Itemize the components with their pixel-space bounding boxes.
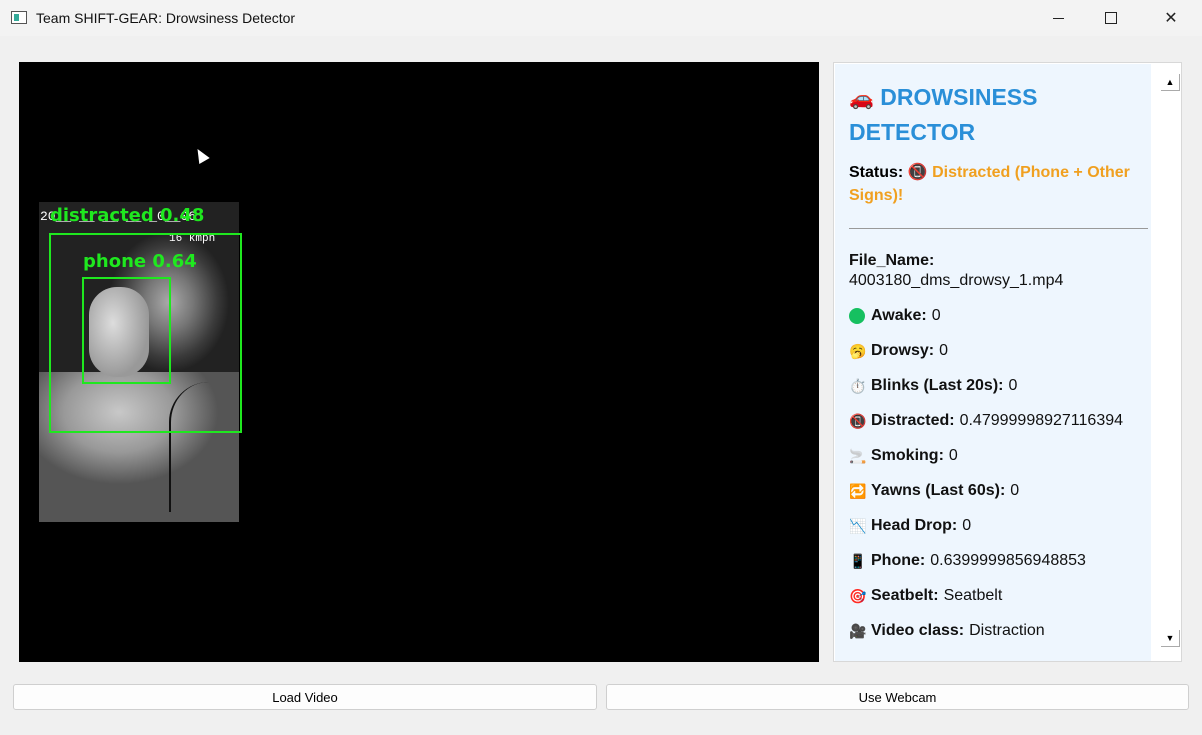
info-content: 🚗 DROWSINESS DETECTOR Status: 📵 Distract…	[849, 81, 1149, 648]
stat-key: Phone:	[871, 551, 926, 569]
load-video-button[interactable]: Load Video	[13, 684, 597, 710]
window-title: Team SHIFT-GEAR: Drowsiness Detector	[36, 10, 296, 26]
chart-decreasing-icon: 📉	[849, 517, 867, 534]
repeat-icon: 🔁	[849, 482, 867, 499]
file-name-key: File_Name:	[849, 252, 935, 269]
stat-value: 0	[1008, 376, 1018, 394]
file-name-value: 4003180_dms_drowsy_1.mp4	[849, 272, 1064, 289]
minimize-icon	[1052, 17, 1064, 19]
mouse-cursor-icon	[192, 145, 210, 165]
video-panel: 20__ __ __ __ _0__06 16 kmph distracted …	[19, 62, 819, 662]
vertical-scrollbar[interactable]: ▲ ▼	[1151, 64, 1181, 661]
info-scroll-area[interactable]: 🚗 DROWSINESS DETECTOR Status: 📵 Distract…	[835, 64, 1151, 661]
yawning-face-icon: 🥱	[849, 342, 867, 359]
stat-row-seatbelt: 🎯 Seatbelt: Seatbelt	[849, 578, 1149, 613]
stat-value: 0.6399999856948853	[930, 551, 1086, 569]
stat-key: Head Drop:	[871, 516, 958, 534]
stat-key: Yawns (Last 60s):	[871, 481, 1006, 499]
cigarette-icon: 🚬	[849, 447, 867, 464]
scroll-down-icon: ▼	[1165, 633, 1175, 643]
distracted-label: distracted 0.48	[50, 205, 205, 226]
stat-key: Drowsy:	[871, 341, 935, 359]
no-phone-icon: 📵	[907, 164, 928, 181]
stat-row-drowsy: 🥱 Drowsy: 0	[849, 333, 1149, 368]
phone-bounding-box	[82, 277, 171, 384]
stat-row-blinks: ⏱️ Blinks (Last 20s): 0	[849, 368, 1149, 403]
stat-row-video-class: 🎥 Video class: Distraction	[849, 613, 1149, 648]
scroll-up-icon: ▲	[1165, 77, 1175, 87]
phone-label: phone 0.64	[83, 251, 197, 272]
no-phone-icon: 📵	[849, 412, 867, 429]
panel-heading: 🚗 DROWSINESS DETECTOR	[849, 81, 1149, 149]
close-icon: ✕	[1164, 10, 1178, 27]
stat-key: Distracted:	[871, 411, 955, 429]
mobile-phone-icon: 📱	[849, 552, 867, 569]
stat-row-phone: 📱 Phone: 0.6399999856948853	[849, 543, 1149, 578]
target-icon: 🎯	[849, 587, 867, 604]
car-icon: 🚗	[849, 88, 874, 110]
file-name-block: File_Name: 4003180_dms_drowsy_1.mp4	[849, 251, 1149, 291]
stat-row-yawns: 🔁 Yawns (Last 60s): 0	[849, 473, 1149, 508]
stat-value: 0	[1010, 481, 1020, 499]
stat-value: Distraction	[969, 621, 1045, 639]
status-key: Status:	[849, 164, 904, 181]
stat-key: Video class:	[871, 621, 965, 639]
info-panel[interactable]: 🚗 DROWSINESS DETECTOR Status: 📵 Distract…	[833, 62, 1182, 662]
green-circle-icon	[849, 307, 865, 324]
maximize-icon	[1105, 12, 1117, 24]
stat-value: 0	[931, 306, 941, 324]
divider	[849, 228, 1148, 229]
stat-value: 0	[962, 516, 972, 534]
scroll-up-button[interactable]: ▲	[1161, 74, 1180, 91]
stat-value: 0	[939, 341, 949, 359]
movie-camera-icon: 🎥	[849, 622, 867, 639]
stat-row-distracted: 📵 Distracted: 0.47999998927116394	[849, 403, 1149, 438]
status-line: Status: 📵 Distracted (Phone + Other Sign…	[849, 161, 1149, 207]
stat-value: 0.47999998927116394	[959, 411, 1124, 429]
stat-key: Smoking:	[871, 446, 944, 464]
scroll-down-button[interactable]: ▼	[1161, 630, 1180, 647]
use-webcam-button[interactable]: Use Webcam	[606, 684, 1189, 710]
stat-row-head-drop: 📉 Head Drop: 0	[849, 508, 1149, 543]
minimize-button[interactable]	[1035, 0, 1081, 36]
maximize-button[interactable]	[1088, 0, 1134, 36]
app-icon	[11, 11, 27, 24]
stat-value: 0	[948, 446, 958, 464]
stopwatch-icon: ⏱️	[849, 377, 867, 394]
stat-value: Seatbelt	[943, 586, 1003, 604]
stat-row-awake: Awake: 0	[849, 298, 1149, 333]
stat-row-smoking: 🚬 Smoking: 0	[849, 438, 1149, 473]
heading-text: DROWSINESS DETECTOR	[849, 84, 1038, 145]
stat-key: Seatbelt:	[871, 586, 939, 604]
stat-key: Blinks (Last 20s):	[871, 376, 1004, 394]
stat-key: Awake:	[871, 306, 927, 324]
close-button[interactable]: ✕	[1148, 0, 1194, 36]
title-bar: Team SHIFT-GEAR: Drowsiness Detector ✕	[0, 0, 1202, 36]
